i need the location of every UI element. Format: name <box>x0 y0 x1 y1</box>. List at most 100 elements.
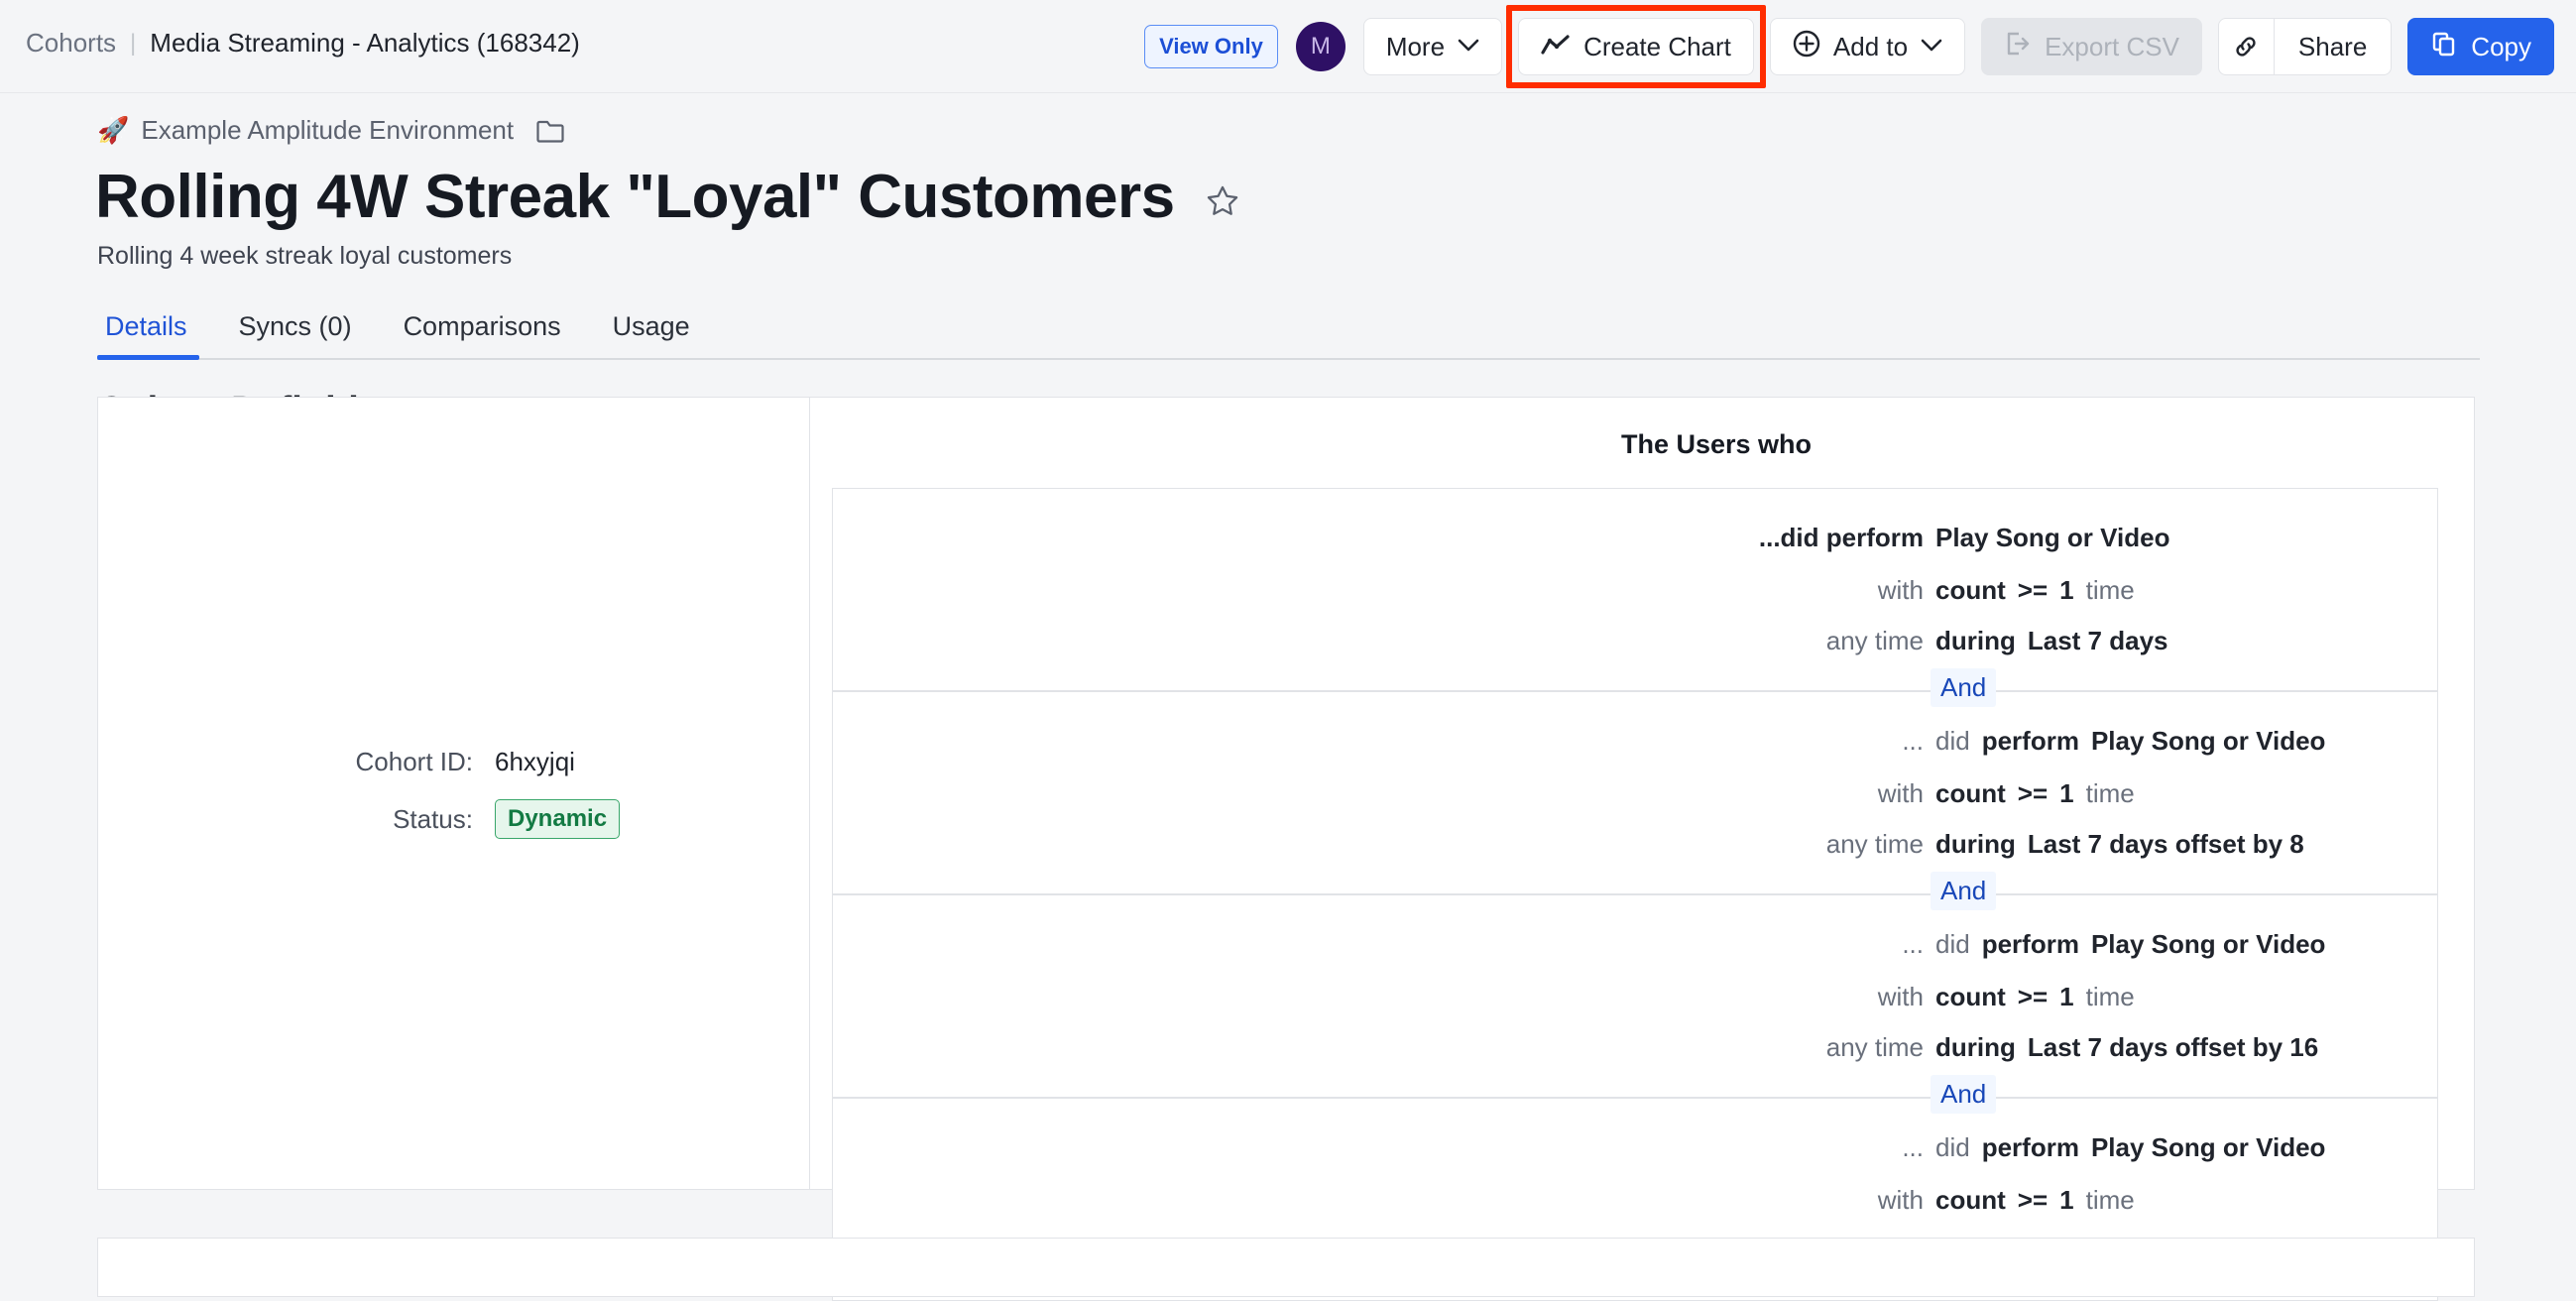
condition-row[interactable]: ...did perform Play Song or Video with c… <box>833 489 2437 690</box>
condition-row[interactable]: ... did perform Play Song or Video with … <box>833 692 2437 893</box>
share-button[interactable]: Share <box>2218 18 2392 75</box>
condition-perform-label[interactable]: perform <box>1982 929 2079 960</box>
breadcrumb-current: Media Streaming - Analytics (168342) <box>150 28 580 59</box>
condition-operator[interactable]: >= <box>2018 982 2048 1012</box>
condition-ellipsis: ... <box>833 726 1924 757</box>
environment-row: 🚀 Example Amplitude Environment <box>97 115 2576 146</box>
status-badge: Dynamic <box>495 799 620 839</box>
condition-event-line: ... did perform Play Song or Video <box>833 726 2437 757</box>
condition-value[interactable]: 1 <box>2059 1185 2073 1216</box>
next-section-card <box>97 1238 2475 1297</box>
condition-value[interactable]: 1 <box>2059 575 2073 606</box>
condition-anytime-label: any time <box>833 1032 1924 1063</box>
copy-icon <box>2430 30 2458 64</box>
export-csv-button: Export CSV <box>1981 18 2202 75</box>
folder-icon[interactable] <box>535 118 565 144</box>
add-to-label: Add to <box>1833 32 1908 62</box>
condition-group: ...did perform Play Song or Video with c… <box>832 488 2438 1301</box>
condition-anytime-label: any time <box>833 626 1924 656</box>
condition-operator[interactable]: >= <box>2018 1185 2048 1216</box>
breadcrumb-separator: | <box>130 30 136 58</box>
page-header: 🚀 Example Amplitude Environment Rolling … <box>0 93 2576 432</box>
condition-time-line: any time during Last 7 days <box>833 626 2437 656</box>
create-chart-highlight-wrap: Create Chart <box>1518 18 1754 75</box>
tab-syncs[interactable]: Syncs (0) <box>213 311 378 358</box>
copy-button[interactable]: Copy <box>2407 18 2554 75</box>
condition-row[interactable]: ... did perform Play Song or Video with … <box>833 895 2437 1097</box>
condition-perform-label[interactable]: perform <box>1982 1132 2079 1163</box>
tab-details[interactable]: Details <box>97 311 213 358</box>
condition-with-label: with <box>833 1185 1924 1216</box>
condition-count-label: count <box>1935 1185 2006 1216</box>
condition-window[interactable]: Last 7 days offset by 8 <box>2028 829 2304 860</box>
cohort-meta-panel: Cohort ID: 6hxyjqi Status: Dynamic <box>98 398 810 1189</box>
chevron-down-icon <box>1458 36 1479 59</box>
cohort-id-label: Cohort ID: <box>98 747 495 777</box>
condition-count-line: with count >= 1 time <box>833 982 2437 1012</box>
condition-anytime-label: any time <box>833 829 1924 860</box>
export-icon <box>2004 30 2032 64</box>
cohort-definition-panel: The Users who ...did perform Play Song o… <box>810 398 2474 1189</box>
title-row: Rolling 4W Streak "Loyal" Customers <box>95 162 2576 232</box>
breadcrumb: Cohorts | Media Streaming - Analytics (1… <box>26 28 580 59</box>
definition-intro: The Users who <box>1621 429 2474 460</box>
page-subtitle: Rolling 4 week streak loyal customers <box>97 242 2576 271</box>
favorite-star-icon[interactable] <box>1205 176 1240 219</box>
condition-operator[interactable]: >= <box>2018 778 2048 809</box>
condition-count-line: with count >= 1 time <box>833 575 2437 606</box>
condition-with-label: with <box>833 982 1924 1012</box>
condition-event-line: ... did perform Play Song or Video <box>833 929 2437 960</box>
condition-did-label: did <box>1935 1132 1970 1163</box>
condition-value[interactable]: 1 <box>2059 778 2073 809</box>
avatar[interactable]: M <box>1296 22 1346 71</box>
breadcrumb-cohorts-link[interactable]: Cohorts <box>26 28 116 59</box>
cohort-status-row: Status: Dynamic <box>98 799 809 839</box>
cohort-id-value: 6hxyjqi <box>495 747 575 777</box>
condition-event[interactable]: Play Song or Video <box>1935 523 2169 553</box>
condition-count-label: count <box>1935 778 2006 809</box>
add-to-button[interactable]: Add to <box>1770 18 1965 75</box>
condition-event-line: ...did perform Play Song or Video <box>833 523 2437 553</box>
more-button-label: More <box>1386 32 1445 62</box>
page-title: Rolling 4W Streak "Loyal" Customers <box>95 162 1175 232</box>
condition-time-line: any time during Last 7 days offset by 8 <box>833 829 2437 860</box>
condition-event[interactable]: Play Song or Video <box>2091 726 2325 757</box>
condition-with-label: with <box>833 778 1924 809</box>
condition-count-label: count <box>1935 982 2006 1012</box>
tab-bar: Details Syncs (0) Comparisons Usage <box>97 302 2480 360</box>
toolbar-actions: View Only M More Create Chart Add to <box>1144 18 2554 75</box>
tab-usage[interactable]: Usage <box>587 311 716 358</box>
condition-count-line: with count >= 1 time <box>833 778 2437 809</box>
condition-unit: time <box>2086 982 2135 1012</box>
view-only-badge[interactable]: View Only <box>1144 25 1278 68</box>
share-label: Share <box>2275 32 2391 62</box>
condition-value[interactable]: 1 <box>2059 982 2073 1012</box>
cohort-meta-list: Cohort ID: 6hxyjqi Status: Dynamic <box>98 747 809 839</box>
toolbar-gap-3 <box>1965 47 1981 48</box>
create-chart-label: Create Chart <box>1583 32 1731 62</box>
condition-during-label: during <box>1935 829 2016 860</box>
toolbar-gap-2 <box>1754 47 1770 48</box>
condition-time-line: any time during Last 7 days offset by 16 <box>833 1032 2437 1063</box>
condition-ellipsis: ... <box>833 1132 1924 1163</box>
condition-event[interactable]: Play Song or Video <box>2091 1132 2325 1163</box>
condition-operator[interactable]: >= <box>2018 575 2048 606</box>
toolbar-gap-4 <box>2202 47 2218 48</box>
plus-circle-icon <box>1793 30 1820 64</box>
condition-did-label: did <box>1935 726 1970 757</box>
more-button[interactable]: More <box>1363 18 1502 75</box>
export-csv-label: Export CSV <box>2045 32 2179 62</box>
tab-comparisons[interactable]: Comparisons <box>378 311 587 358</box>
condition-did-label: did <box>1935 929 1970 960</box>
line-chart-icon <box>1541 32 1571 62</box>
create-chart-button[interactable]: Create Chart <box>1518 18 1754 75</box>
copy-label: Copy <box>2471 32 2531 62</box>
condition-event[interactable]: Play Song or Video <box>2091 929 2325 960</box>
condition-window[interactable]: Last 7 days <box>2028 626 2168 656</box>
condition-perform-label[interactable]: perform <box>1982 726 2079 757</box>
condition-window[interactable]: Last 7 days offset by 16 <box>2028 1032 2318 1063</box>
condition-unit: time <box>2086 575 2135 606</box>
cohort-definition-card: Cohort ID: 6hxyjqi Status: Dynamic The U… <box>97 397 2475 1190</box>
link-icon[interactable] <box>2219 19 2275 74</box>
cohort-status-label: Status: <box>98 804 495 835</box>
